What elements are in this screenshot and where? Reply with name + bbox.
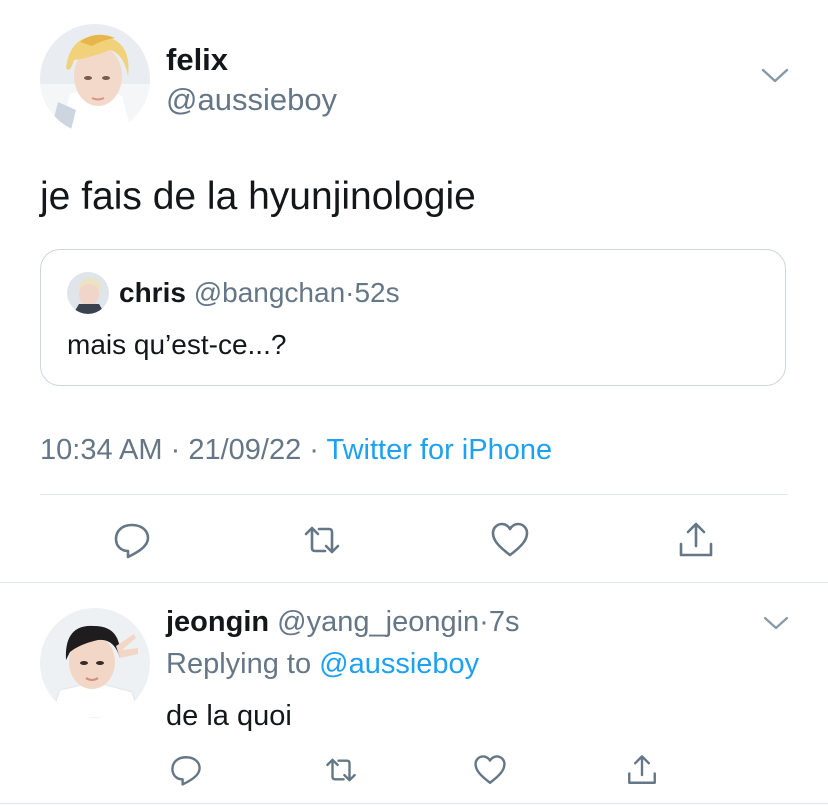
reply-icon[interactable]: [169, 753, 203, 787]
quoted-author-name[interactable]: chris: [119, 277, 186, 308]
chevron-down-icon[interactable]: [760, 66, 790, 86]
like-icon[interactable]: [490, 520, 530, 560]
quoted-tweet-text: mais qu’est-ce...?: [67, 329, 287, 360]
tweet-text: je fais de la hyunjinologie: [40, 175, 476, 218]
like-icon[interactable]: [473, 753, 507, 787]
reply-icon[interactable]: [112, 520, 152, 560]
reply-timestamp: 7s: [488, 606, 520, 638]
divider: [0, 582, 828, 583]
tweet-source-link[interactable]: Twitter for iPhone: [326, 434, 552, 466]
author-name[interactable]: felix: [166, 42, 228, 78]
tweet-date: 21/09/22: [188, 434, 302, 466]
reply-author-handle[interactable]: @yang_jeongin: [277, 606, 479, 638]
author-handle[interactable]: @aussieboy: [166, 82, 337, 118]
reply-author-name[interactable]: jeongin: [166, 606, 269, 638]
share-icon[interactable]: [625, 753, 659, 787]
divider: [40, 494, 788, 495]
retweet-icon[interactable]: [324, 753, 358, 787]
replying-to-handle-link[interactable]: @aussieboy: [319, 648, 479, 680]
dot-separator: ·: [301, 434, 327, 466]
quoted-tweet-card[interactable]: chris @bangchan·52s mais qu’est-ce...?: [40, 249, 786, 386]
replying-to-label: Replying to: [166, 648, 320, 680]
dot-separator: ·: [162, 434, 189, 466]
quoted-tweet-header: chris @bangchan·52s: [119, 276, 400, 310]
tweet-time: 10:34 AM: [40, 434, 163, 466]
quoted-timestamp: 52s: [354, 277, 400, 308]
reply-text: de la quoi: [166, 700, 292, 732]
tweet-metadata: 10:34 AM · 21/09/22 · Twitter for iPhone: [40, 432, 552, 468]
divider: [0, 803, 828, 804]
share-icon[interactable]: [676, 520, 716, 560]
chevron-down-icon[interactable]: [762, 614, 790, 632]
felix-avatar[interactable]: [40, 24, 150, 134]
jeongin-avatar[interactable]: [40, 608, 150, 718]
reply-header: jeongin @yang_jeongin·7s: [166, 604, 519, 640]
retweet-icon[interactable]: [302, 520, 342, 560]
dot-separator: ·: [479, 606, 489, 638]
chris-avatar[interactable]: [67, 272, 109, 314]
quoted-author-handle[interactable]: @bangchan: [194, 277, 345, 308]
replying-to: Replying to @aussieboy: [166, 646, 479, 682]
